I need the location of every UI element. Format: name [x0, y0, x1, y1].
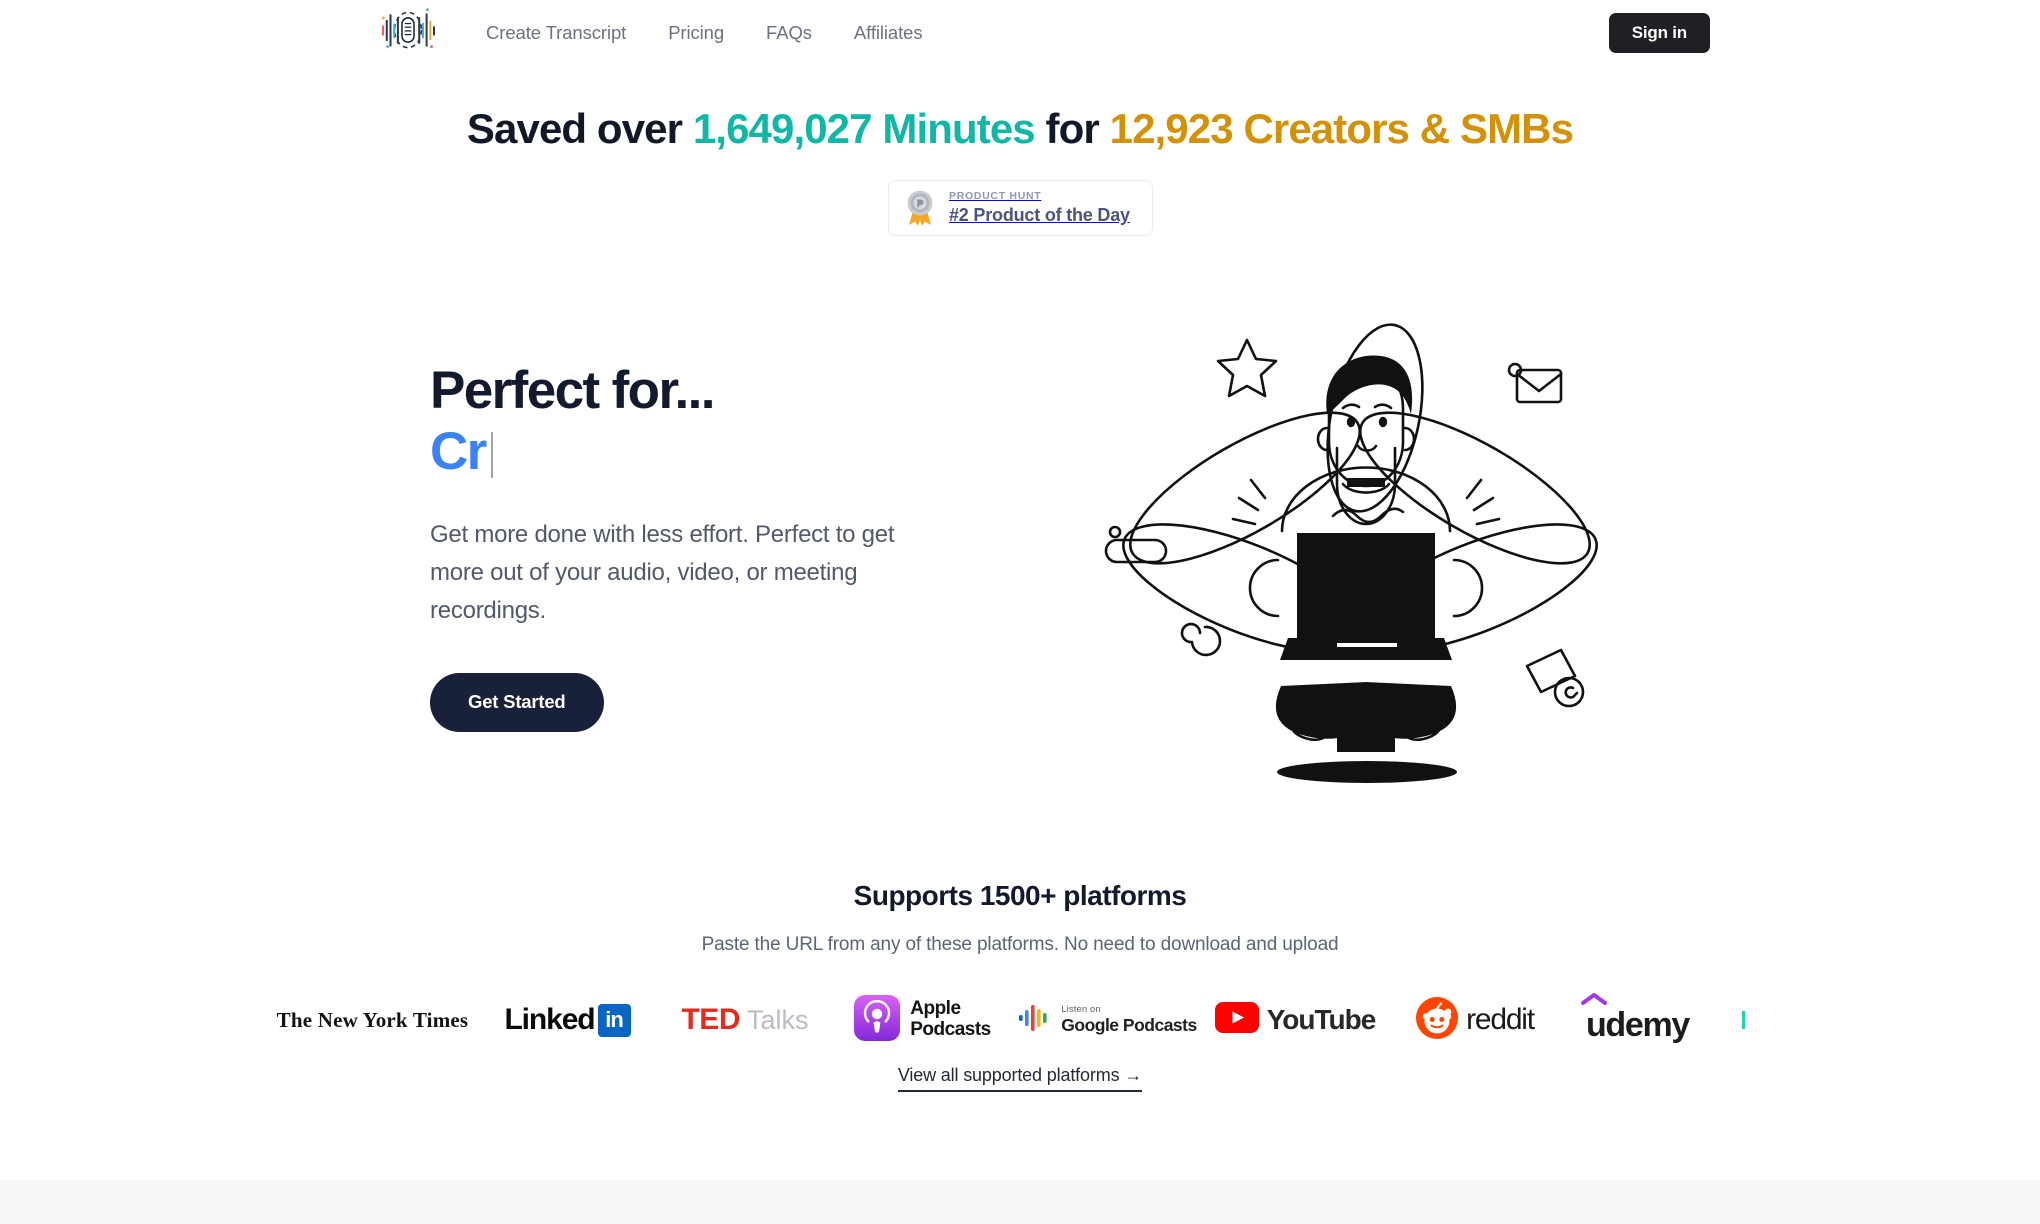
youtube-play-icon [1214, 1002, 1259, 1038]
nav-link-faqs[interactable]: FAQs [766, 22, 812, 44]
sign-in-button[interactable]: Sign in [1608, 13, 1710, 53]
hero-heading: Perfect for... Cr [430, 362, 990, 480]
product-hunt-kicker: PRODUCT HUNT [949, 189, 1042, 202]
logo-youtube[interactable]: YouTube [1203, 990, 1388, 1050]
logo-udemy[interactable]: udemy [1563, 990, 1713, 1050]
landing-page: Create Transcript Pricing FAQs Affiliate… [0, 0, 2040, 1224]
hero-heading-static: Perfect for... [430, 361, 716, 420]
nav-links: Create Transcript Pricing FAQs Affiliate… [486, 22, 923, 44]
person-with-laptop-illustration [1075, 288, 1635, 798]
logo-carousel-next-sliver [1713, 990, 1773, 1050]
nav-link-create-transcript[interactable]: Create Transcript [486, 22, 626, 44]
reddit-logo-text: reddit [1466, 1003, 1535, 1036]
headline-creators-word: Creators & SMBs [1243, 105, 1574, 152]
google-podcasts-label: Listen on Google Podcasts [1061, 1003, 1197, 1036]
platform-logo-row: The New York Times Linked in TED Talks A… [0, 985, 2040, 1055]
logo-reddit[interactable]: reddit [1388, 990, 1563, 1050]
get-started-button[interactable]: Get Started [430, 673, 604, 732]
next-logo-fragment [1742, 1011, 1745, 1029]
typing-cursor [490, 432, 493, 479]
ted-talks-label: Talks [746, 1004, 809, 1035]
linkedin-in-badge: in [597, 1003, 631, 1037]
apple-podcasts-icon [854, 994, 901, 1046]
product-hunt-medal-icon [903, 189, 937, 227]
logo-new-york-times[interactable]: The New York Times [268, 990, 478, 1050]
hero-content: Perfect for... Cr Get more done with les… [430, 362, 990, 732]
headline-minutes-word: Minutes [882, 105, 1035, 152]
nav-link-affiliates[interactable]: Affiliates [854, 22, 923, 44]
udemy-logo-text: udemy [1585, 1005, 1690, 1044]
youtube-logo-text: YouTube [1266, 1004, 1377, 1035]
platforms-subtitle: Paste the URL from any of these platform… [701, 934, 1339, 955]
headline-creators-value: 12,923 [1109, 105, 1234, 152]
headline-middle: for [1045, 105, 1100, 152]
apple-word: Apple [910, 998, 961, 1020]
saved-minutes-headline: Saved over 1,649,027 Minutes for 12,923 … [0, 105, 2040, 153]
hero-subtext: Get more done with less effort. Perfect … [430, 521, 895, 625]
platforms-section: Supports 1500+ platforms Paste the URL f… [0, 880, 2040, 956]
top-navigation-bar: Create Transcript Pricing FAQs Affiliate… [0, 0, 2040, 68]
ted-logo-text: TED [681, 1003, 740, 1036]
logo-apple-podcasts[interactable]: Apple Podcasts [833, 990, 1013, 1050]
google-podcasts-kicker: Listen on [1061, 1003, 1101, 1015]
platforms-title: Supports 1500+ platforms [853, 880, 1187, 911]
headline-prefix: Saved over [466, 105, 683, 152]
view-all-platforms-link[interactable]: View all supported platforms → [897, 1065, 1142, 1092]
logo-google-podcasts[interactable]: Listen on Google Podcasts [1013, 990, 1203, 1050]
linkedin-logo-text: Linked [504, 1003, 595, 1036]
reddit-alien-icon [1416, 996, 1459, 1044]
view-all-wrapper: View all supported platforms → [0, 1065, 2040, 1092]
page-bottom-band [0, 1180, 2040, 1224]
nyt-logo-text: The New York Times [276, 1007, 469, 1032]
brand-logo-icon[interactable] [378, 5, 438, 55]
udemy-caret-icon [1580, 992, 1607, 1010]
product-hunt-badge[interactable]: PRODUCT HUNT #2 Product of the Day [888, 180, 1153, 236]
hero-heading-typed: Cr [430, 422, 487, 482]
google-podcasts-name: Google Podcasts [1061, 1015, 1197, 1036]
apple-podcasts-label: Apple Podcasts [910, 998, 991, 1040]
logo-ted-talks[interactable]: TED Talks [658, 990, 833, 1050]
headline-minutes-value: 1,649,027 [692, 105, 873, 152]
nav-link-pricing[interactable]: Pricing [668, 22, 724, 44]
podcasts-word: Podcasts [910, 1019, 991, 1040]
logo-linkedin[interactable]: Linked in [478, 990, 658, 1050]
google-podcasts-icon [1018, 1004, 1052, 1037]
product-hunt-title: #2 Product of the Day [949, 204, 1130, 225]
